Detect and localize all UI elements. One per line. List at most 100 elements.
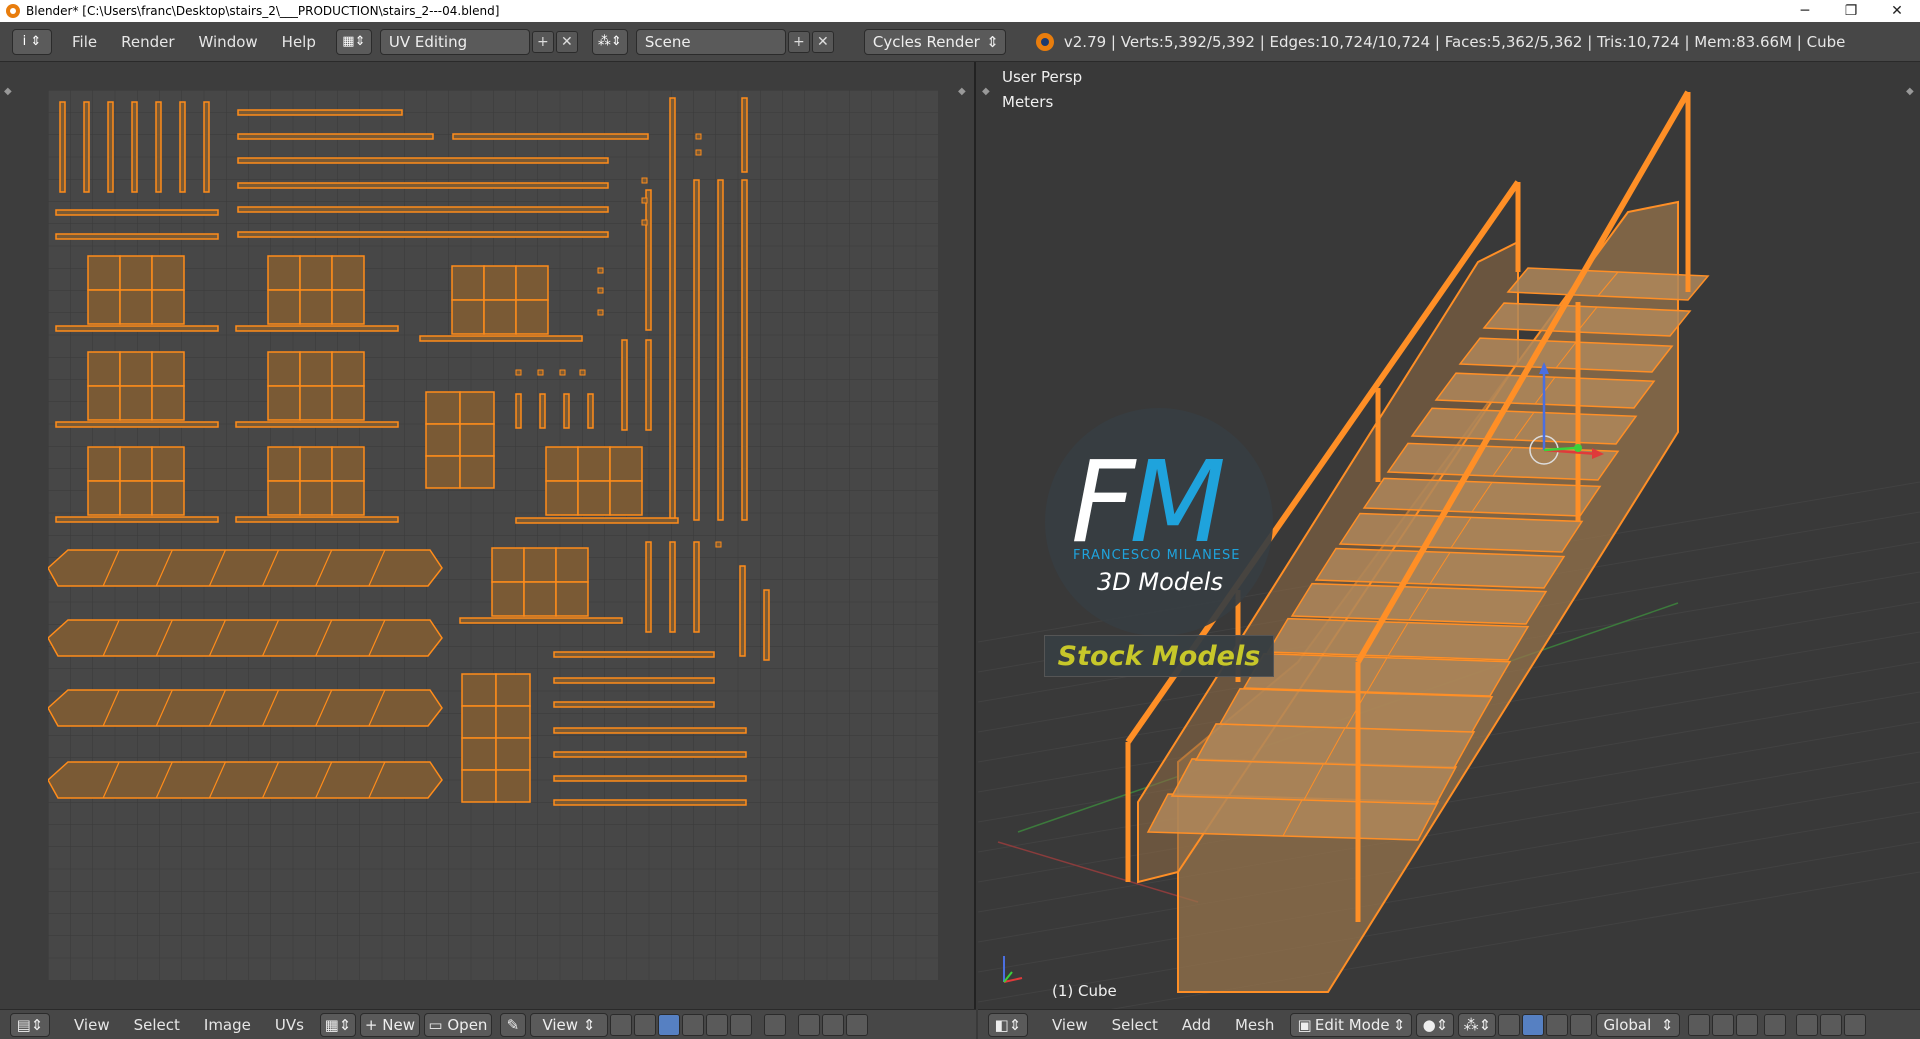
edit-mode-icon: ▣ <box>1297 1015 1312 1034</box>
uv-strip-island <box>645 541 652 633</box>
uv-vertex-island <box>597 287 604 294</box>
open-image-button[interactable]: ▭ Open <box>423 1012 492 1037</box>
uv-face-island <box>267 480 301 516</box>
uv-face-island <box>577 480 611 516</box>
proportional-editing-icon[interactable] <box>1796 1013 1819 1036</box>
transform-orientation-select[interactable]: Global ⇕ <box>1596 1012 1681 1037</box>
pin-image-icon[interactable]: ✎ <box>499 1012 526 1037</box>
uv-face-island <box>425 423 461 457</box>
viewport-editor-type-button[interactable]: ◧⇕ <box>988 1012 1028 1037</box>
mode-select[interactable]: ▣ Edit Mode ⇕ <box>1290 1012 1413 1037</box>
uv-menu-view[interactable]: View <box>62 1016 122 1034</box>
uv-strip-island <box>553 677 715 684</box>
snap-icon[interactable] <box>821 1013 844 1036</box>
menu-window[interactable]: Window <box>187 33 270 51</box>
menu-render[interactable]: Render <box>109 33 186 51</box>
view-mode-label: View <box>542 1015 579 1034</box>
info-icon: i <box>22 34 27 49</box>
uv-strip-island <box>553 651 715 658</box>
uv-pivot-icon[interactable] <box>609 1013 632 1036</box>
uv-vertex-island <box>695 133 702 140</box>
vp-menu-select[interactable]: Select <box>1100 1016 1170 1034</box>
uv-face-island <box>119 289 153 325</box>
face-select-mode-icon[interactable] <box>1736 1013 1759 1036</box>
limit-selection-icon[interactable] <box>1764 1013 1787 1036</box>
uv-face-island <box>491 581 525 617</box>
uv-strip-island <box>515 393 522 429</box>
uv-strip-island <box>459 617 623 624</box>
properties-expand-icon[interactable]: ◆ <box>1906 86 1914 97</box>
uv-face-island <box>609 446 643 482</box>
vertex-select-icon[interactable] <box>657 1013 680 1036</box>
scene-icon[interactable]: ⁂⇕ <box>591 28 628 55</box>
maximize-button[interactable]: ❐ <box>1828 0 1874 22</box>
info-editor-type-button[interactable]: i ⇕ <box>12 28 52 55</box>
uv-strip-island <box>553 751 747 758</box>
minimize-button[interactable]: ─ <box>1782 0 1828 22</box>
add-scene-button[interactable]: + <box>787 30 810 53</box>
image-editor-type-button[interactable]: ▤⇕ <box>10 1012 50 1037</box>
proportional-edit-icon[interactable] <box>797 1013 820 1036</box>
uv-face-island <box>119 446 153 482</box>
delete-screen-button[interactable]: ✕ <box>555 30 578 53</box>
edge-select-mode-icon[interactable] <box>1712 1013 1735 1036</box>
add-screen-button[interactable]: + <box>531 30 554 53</box>
uv-strip-island <box>563 393 570 429</box>
vp-menu-view[interactable]: View <box>1040 1016 1100 1034</box>
view-mode-select[interactable]: View ⇕ <box>529 1012 608 1037</box>
vp-menu-add[interactable]: Add <box>1170 1016 1223 1034</box>
uv-face-island <box>459 391 495 425</box>
watermark-subtitle: 3D Models <box>1097 568 1223 596</box>
edge-select-icon[interactable] <box>681 1013 704 1036</box>
uv-menu-uvs[interactable]: UVs <box>263 1016 316 1034</box>
uv-image-editor[interactable]: ◆ ◆ <box>0 62 976 1009</box>
uv-menu-select[interactable]: Select <box>122 1016 192 1034</box>
viewport-shading-select[interactable]: ●⇕ <box>1416 1012 1455 1037</box>
screen-layout-icon[interactable]: ▦⇕ <box>335 28 372 55</box>
rotate-manipulator-icon[interactable] <box>1546 1013 1569 1036</box>
new-image-button[interactable]: + New <box>359 1012 420 1037</box>
pivot-point-select[interactable]: ⁂⇕ <box>1458 1012 1497 1037</box>
snap-element-icon[interactable] <box>1820 1013 1843 1036</box>
gizmo-y-head[interactable] <box>1574 444 1582 452</box>
uv-face-island <box>151 385 185 421</box>
translate-manipulator-icon[interactable] <box>1522 1013 1545 1036</box>
face-select-icon[interactable] <box>705 1013 728 1036</box>
uv-face-island <box>451 299 485 335</box>
manipulator-toggle-icon[interactable] <box>1498 1013 1521 1036</box>
uv-face-island <box>267 289 301 325</box>
vp-menu-mesh[interactable]: Mesh <box>1223 1016 1287 1034</box>
menu-file[interactable]: File <box>60 33 109 51</box>
uv-face-island <box>459 423 495 457</box>
uv-face-island <box>425 391 461 425</box>
region-expand-right-icon[interactable]: ◆ <box>958 86 966 97</box>
region-expand-left-icon[interactable]: ◆ <box>4 86 12 97</box>
scale-manipulator-icon[interactable] <box>1570 1013 1593 1036</box>
menu-help[interactable]: Help <box>270 33 328 51</box>
screen-layout-field[interactable]: UV Editing <box>379 28 530 55</box>
uv-face-island <box>577 446 611 482</box>
uv-face-island <box>267 351 301 387</box>
watermark-logo: FM FRANCESCO MILANESE 3D Models Stock Mo… <box>1044 408 1274 677</box>
uv-face-island <box>299 255 333 291</box>
scene-field[interactable]: Scene <box>635 28 786 55</box>
sync-selection-icon[interactable] <box>633 1013 656 1036</box>
image-browse-button[interactable]: ▦⇕ <box>319 1012 356 1037</box>
uv-grid-canvas[interactable] <box>48 90 938 980</box>
uv-strip-island <box>237 157 609 164</box>
render-engine-select[interactable]: Cycles Render ⇕ <box>863 28 1006 55</box>
uv-strip-island <box>107 101 114 193</box>
sticky-select-icon[interactable] <box>763 1013 786 1036</box>
island-select-icon[interactable] <box>729 1013 752 1036</box>
toolshelf-expand-icon[interactable]: ◆ <box>982 86 990 97</box>
uv-strip-island <box>669 541 676 633</box>
units-label: Meters <box>1002 93 1054 111</box>
uv-face-island <box>299 289 333 325</box>
render-layer-icon[interactable] <box>1844 1013 1867 1036</box>
snap-target-icon[interactable] <box>845 1013 868 1036</box>
vertex-select-mode-icon[interactable] <box>1688 1013 1711 1036</box>
close-button[interactable]: ✕ <box>1874 0 1920 22</box>
uv-menu-image[interactable]: Image <box>192 1016 263 1034</box>
delete-scene-button[interactable]: ✕ <box>811 30 834 53</box>
grid-line <box>1110 871 1920 1009</box>
